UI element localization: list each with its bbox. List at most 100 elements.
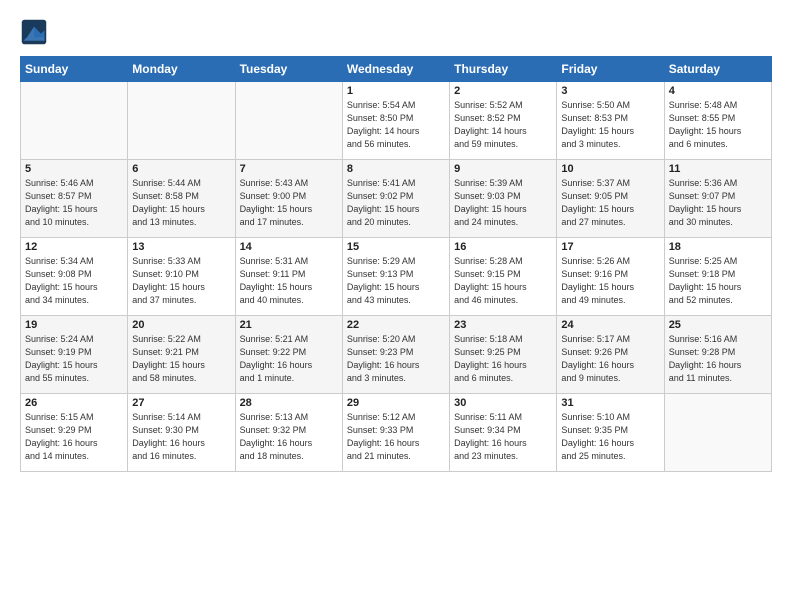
day-info: Sunrise: 5:22 AM Sunset: 9:21 PM Dayligh… bbox=[132, 333, 230, 385]
day-info: Sunrise: 5:28 AM Sunset: 9:15 PM Dayligh… bbox=[454, 255, 552, 307]
day-cell: 29Sunrise: 5:12 AM Sunset: 9:33 PM Dayli… bbox=[342, 394, 449, 472]
day-cell: 20 Sunrise: 5:22 AM Sunset: 9:21 PM Dayli… bbox=[128, 316, 235, 394]
day-number: 4 bbox=[669, 85, 767, 97]
day-cell: 12 Sunrise: 5:34 AM Sunset: 9:08 PM Dayli… bbox=[21, 238, 128, 316]
day-cell: 23 Sunrise: 5:18 AM Sunset: 9:25 PM Dayli… bbox=[450, 316, 557, 394]
day-info: Sunrise: 5:48 AM Sunset: 8:55 PM Dayligh… bbox=[669, 99, 767, 151]
day-number: 24 bbox=[561, 319, 659, 331]
header bbox=[20, 18, 772, 46]
day-cell: 26 Sunrise: 5:15 AM Sunset: 9:29 PM Dayli… bbox=[21, 394, 128, 472]
day-number: 21 bbox=[240, 319, 338, 331]
day-number: 20 bbox=[132, 319, 230, 331]
header-cell-tuesday: Tuesday bbox=[235, 57, 342, 82]
day-info: Sunrise: 5:54 AM Sunset: 8:50 PM Dayligh… bbox=[347, 99, 445, 151]
day-cell: 16 Sunrise: 5:28 AM Sunset: 9:15 PM Dayli… bbox=[450, 238, 557, 316]
day-cell: 22Sunrise: 5:20 AM Sunset: 9:23 PM Dayli… bbox=[342, 316, 449, 394]
day-info: Sunrise: 5:31 AM Sunset: 9:11 PM Dayligh… bbox=[240, 255, 338, 307]
day-info: Sunrise: 5:34 AM Sunset: 9:08 PM Dayligh… bbox=[25, 255, 123, 307]
day-number: 12 bbox=[25, 241, 123, 253]
day-number: 5 bbox=[25, 163, 123, 175]
day-info: Sunrise: 5:50 AM Sunset: 8:53 PM Dayligh… bbox=[561, 99, 659, 151]
day-number: 10 bbox=[561, 163, 659, 175]
day-number: 7 bbox=[240, 163, 338, 175]
day-info: Sunrise: 5:18 AM Sunset: 9:25 PM Dayligh… bbox=[454, 333, 552, 385]
day-number: 8 bbox=[347, 163, 445, 175]
day-cell bbox=[128, 82, 235, 160]
day-info: Sunrise: 5:52 AM Sunset: 8:52 PM Dayligh… bbox=[454, 99, 552, 151]
day-cell: 21 Sunrise: 5:21 AM Sunset: 9:22 PM Dayli… bbox=[235, 316, 342, 394]
day-number: 16 bbox=[454, 241, 552, 253]
header-cell-monday: Monday bbox=[128, 57, 235, 82]
header-row: SundayMondayTuesdayWednesdayThursdayFrid… bbox=[21, 57, 772, 82]
header-cell-saturday: Saturday bbox=[664, 57, 771, 82]
day-cell: 17 Sunrise: 5:26 AM Sunset: 9:16 PM Dayli… bbox=[557, 238, 664, 316]
day-info: Sunrise: 5:24 AM Sunset: 9:19 PM Dayligh… bbox=[25, 333, 123, 385]
day-info: Sunrise: 5:16 AM Sunset: 9:28 PM Dayligh… bbox=[669, 333, 767, 385]
day-number: 13 bbox=[132, 241, 230, 253]
week-row-2: 5 Sunrise: 5:46 AM Sunset: 8:57 PM Daylig… bbox=[21, 160, 772, 238]
day-cell: 28 Sunrise: 5:13 AM Sunset: 9:32 PM Dayli… bbox=[235, 394, 342, 472]
day-number: 15 bbox=[347, 241, 445, 253]
day-cell bbox=[21, 82, 128, 160]
day-number: 28 bbox=[240, 397, 338, 409]
day-info: Sunrise: 5:36 AM Sunset: 9:07 PM Dayligh… bbox=[669, 177, 767, 229]
day-info: Sunrise: 5:39 AM Sunset: 9:03 PM Dayligh… bbox=[454, 177, 552, 229]
header-cell-wednesday: Wednesday bbox=[342, 57, 449, 82]
day-cell: 27Sunrise: 5:14 AM Sunset: 9:30 PM Dayli… bbox=[128, 394, 235, 472]
day-cell bbox=[235, 82, 342, 160]
day-cell: 30Sunrise: 5:11 AM Sunset: 9:34 PM Dayli… bbox=[450, 394, 557, 472]
day-cell: 6 Sunrise: 5:44 AM Sunset: 8:58 PM Daylig… bbox=[128, 160, 235, 238]
day-number: 3 bbox=[561, 85, 659, 97]
day-cell: 1 Sunrise: 5:54 AM Sunset: 8:50 PM Daylig… bbox=[342, 82, 449, 160]
day-info: Sunrise: 5:46 AM Sunset: 8:57 PM Dayligh… bbox=[25, 177, 123, 229]
header-cell-friday: Friday bbox=[557, 57, 664, 82]
day-cell: 3 Sunrise: 5:50 AM Sunset: 8:53 PM Daylig… bbox=[557, 82, 664, 160]
day-info: Sunrise: 5:14 AM Sunset: 9:30 PM Dayligh… bbox=[132, 411, 230, 463]
week-row-3: 12 Sunrise: 5:34 AM Sunset: 9:08 PM Dayli… bbox=[21, 238, 772, 316]
day-info: Sunrise: 5:25 AM Sunset: 9:18 PM Dayligh… bbox=[669, 255, 767, 307]
day-cell: 31 Sunrise: 5:10 AM Sunset: 9:35 PM Dayli… bbox=[557, 394, 664, 472]
week-row-1: 1 Sunrise: 5:54 AM Sunset: 8:50 PM Daylig… bbox=[21, 82, 772, 160]
day-info: Sunrise: 5:15 AM Sunset: 9:29 PM Dayligh… bbox=[25, 411, 123, 463]
day-info: Sunrise: 5:12 AM Sunset: 9:33 PM Dayligh… bbox=[347, 411, 445, 463]
day-cell: 24Sunrise: 5:17 AM Sunset: 9:26 PM Dayli… bbox=[557, 316, 664, 394]
logo-icon bbox=[20, 18, 48, 46]
header-cell-sunday: Sunday bbox=[21, 57, 128, 82]
day-cell: 11 Sunrise: 5:36 AM Sunset: 9:07 PM Dayli… bbox=[664, 160, 771, 238]
day-number: 9 bbox=[454, 163, 552, 175]
day-number: 25 bbox=[669, 319, 767, 331]
calendar-table: SundayMondayTuesdayWednesdayThursdayFrid… bbox=[20, 56, 772, 472]
day-number: 31 bbox=[561, 397, 659, 409]
day-cell bbox=[664, 394, 771, 472]
day-cell: 18 Sunrise: 5:25 AM Sunset: 9:18 PM Dayli… bbox=[664, 238, 771, 316]
day-cell: 15 Sunrise: 5:29 AM Sunset: 9:13 PM Dayli… bbox=[342, 238, 449, 316]
day-info: Sunrise: 5:43 AM Sunset: 9:00 PM Dayligh… bbox=[240, 177, 338, 229]
day-info: Sunrise: 5:44 AM Sunset: 8:58 PM Dayligh… bbox=[132, 177, 230, 229]
day-number: 6 bbox=[132, 163, 230, 175]
day-number: 1 bbox=[347, 85, 445, 97]
day-info: Sunrise: 5:21 AM Sunset: 9:22 PM Dayligh… bbox=[240, 333, 338, 385]
day-info: Sunrise: 5:10 AM Sunset: 9:35 PM Dayligh… bbox=[561, 411, 659, 463]
day-cell: 4 Sunrise: 5:48 AM Sunset: 8:55 PM Daylig… bbox=[664, 82, 771, 160]
day-number: 26 bbox=[25, 397, 123, 409]
day-cell: 2 Sunrise: 5:52 AM Sunset: 8:52 PM Daylig… bbox=[450, 82, 557, 160]
page: SundayMondayTuesdayWednesdayThursdayFrid… bbox=[0, 0, 792, 482]
day-info: Sunrise: 5:13 AM Sunset: 9:32 PM Dayligh… bbox=[240, 411, 338, 463]
day-cell: 10Sunrise: 5:37 AM Sunset: 9:05 PM Dayli… bbox=[557, 160, 664, 238]
calendar-body: 1 Sunrise: 5:54 AM Sunset: 8:50 PM Daylig… bbox=[21, 82, 772, 472]
day-cell: 8Sunrise: 5:41 AM Sunset: 9:02 PM Daylig… bbox=[342, 160, 449, 238]
day-cell: 5 Sunrise: 5:46 AM Sunset: 8:57 PM Daylig… bbox=[21, 160, 128, 238]
day-info: Sunrise: 5:26 AM Sunset: 9:16 PM Dayligh… bbox=[561, 255, 659, 307]
day-number: 18 bbox=[669, 241, 767, 253]
day-cell: 25 Sunrise: 5:16 AM Sunset: 9:28 PM Dayli… bbox=[664, 316, 771, 394]
day-number: 11 bbox=[669, 163, 767, 175]
day-number: 2 bbox=[454, 85, 552, 97]
day-number: 17 bbox=[561, 241, 659, 253]
day-cell: 19Sunrise: 5:24 AM Sunset: 9:19 PM Dayli… bbox=[21, 316, 128, 394]
day-info: Sunrise: 5:29 AM Sunset: 9:13 PM Dayligh… bbox=[347, 255, 445, 307]
week-row-5: 26 Sunrise: 5:15 AM Sunset: 9:29 PM Dayli… bbox=[21, 394, 772, 472]
calendar-header: SundayMondayTuesdayWednesdayThursdayFrid… bbox=[21, 57, 772, 82]
week-row-4: 19Sunrise: 5:24 AM Sunset: 9:19 PM Dayli… bbox=[21, 316, 772, 394]
header-cell-thursday: Thursday bbox=[450, 57, 557, 82]
day-number: 23 bbox=[454, 319, 552, 331]
